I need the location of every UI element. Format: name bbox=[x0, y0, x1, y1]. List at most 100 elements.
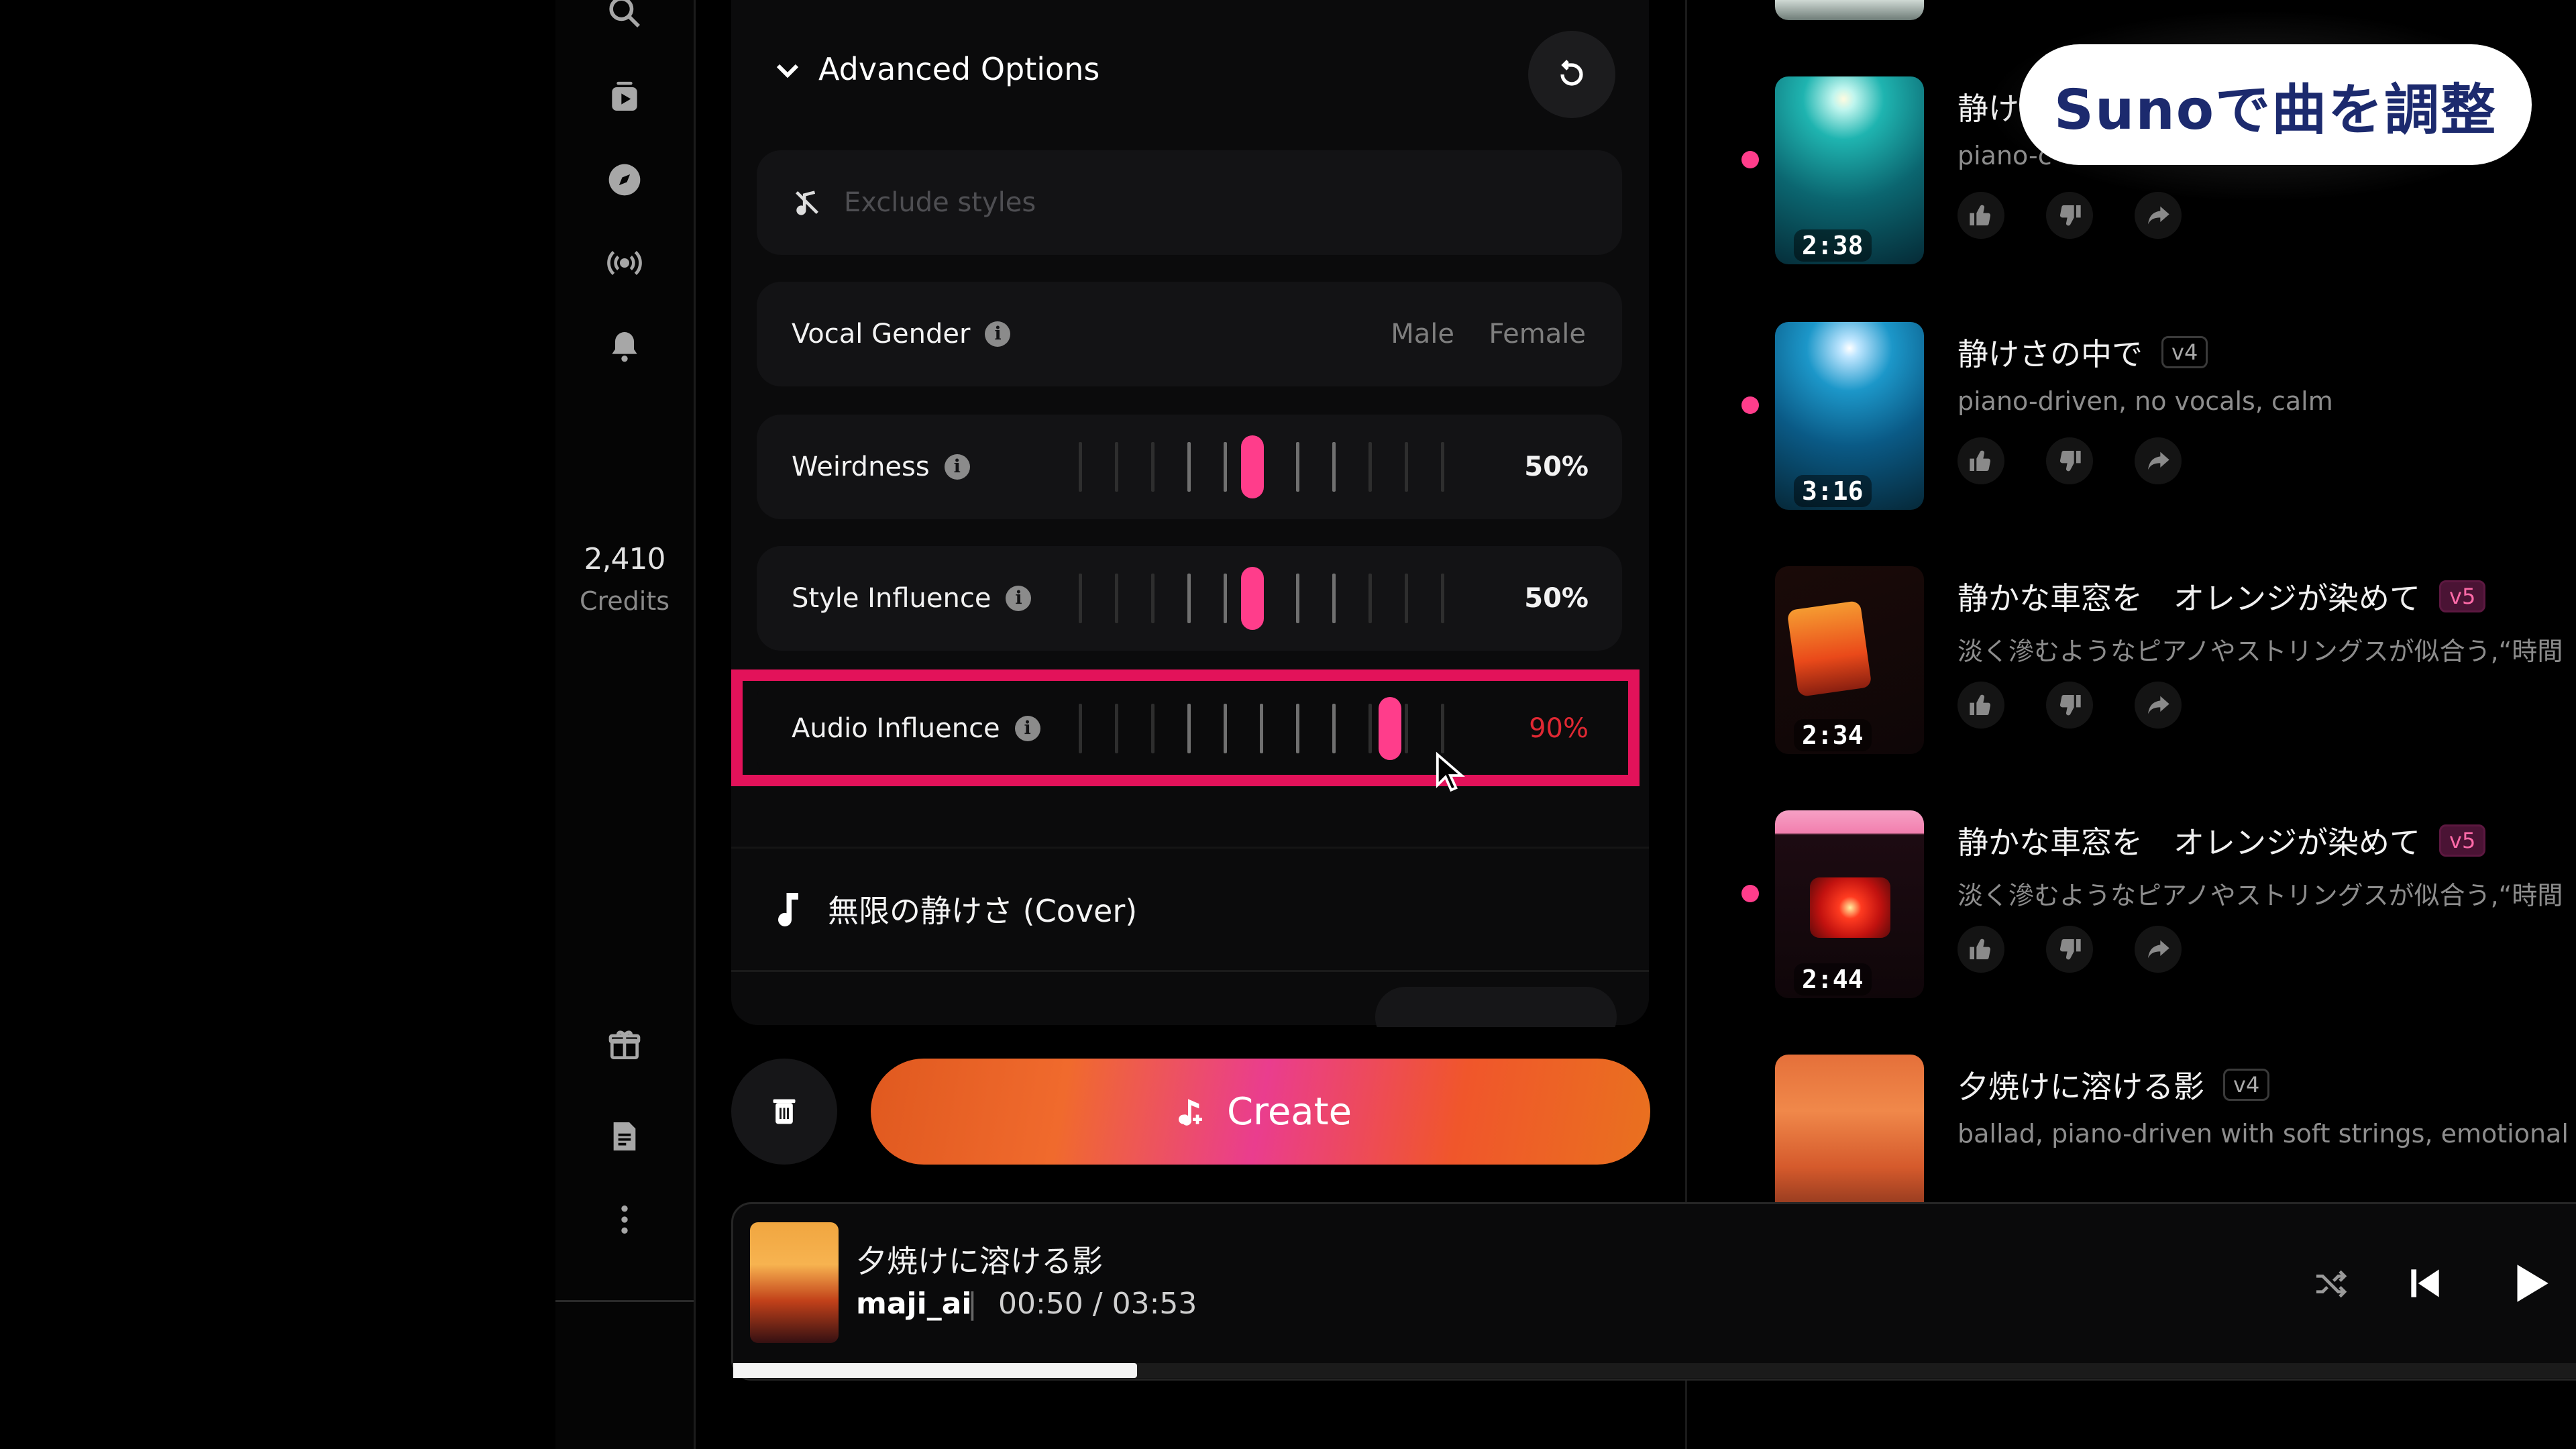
music-note-icon bbox=[771, 890, 805, 930]
explore-compass-icon[interactable] bbox=[606, 161, 643, 199]
vocal-gender-label: Vocal Gender i bbox=[792, 319, 1011, 350]
clear-button[interactable] bbox=[731, 1059, 837, 1165]
search-icon[interactable] bbox=[606, 0, 643, 31]
share-icon[interactable] bbox=[2135, 437, 2182, 484]
info-icon[interactable]: i bbox=[1006, 586, 1032, 611]
gender-female-option[interactable]: Female bbox=[1489, 319, 1586, 350]
reset-button[interactable] bbox=[1528, 31, 1615, 118]
previous-track-icon[interactable] bbox=[2404, 1263, 2446, 1304]
play-icon[interactable] bbox=[2505, 1258, 2555, 1308]
radio-broadcast-icon[interactable] bbox=[606, 244, 643, 282]
slider-tick bbox=[1405, 442, 1408, 492]
song-title[interactable]: 静かな車窓を オレンジが染めて v5 bbox=[1957, 574, 2486, 619]
version-badge: v4 bbox=[2223, 1069, 2270, 1101]
partial-pill bbox=[1375, 987, 1617, 1027]
song-thumbnail[interactable] bbox=[1775, 1055, 1924, 1203]
slider-tick bbox=[1332, 574, 1336, 623]
version-badge: v4 bbox=[2161, 336, 2208, 368]
style-influence-text: Style Influence bbox=[792, 583, 991, 614]
thumbs-up-icon[interactable] bbox=[1957, 437, 2004, 484]
create-music-icon bbox=[1178, 1099, 1202, 1126]
song-item[interactable]: 3:16 静けさの中で v4 piano-driven, no vocals, c… bbox=[1717, 303, 2576, 525]
thumbs-down-icon[interactable] bbox=[2046, 926, 2093, 973]
weirdness-text: Weirdness bbox=[792, 451, 930, 482]
song-item[interactable]: 夕焼けに溶ける影 v4 ballad, piano-driven with sof… bbox=[1717, 1036, 2576, 1203]
exclude-styles-field[interactable]: Exclude styles bbox=[757, 150, 1622, 255]
slider-tick bbox=[1115, 442, 1118, 492]
gender-male-option[interactable]: Male bbox=[1391, 319, 1454, 350]
song-title[interactable]: 静かな車窓を オレンジが染めて v5 bbox=[1957, 818, 2486, 863]
style-influence-slider[interactable] bbox=[1079, 567, 1444, 630]
reset-icon bbox=[1560, 60, 1583, 86]
info-icon[interactable]: i bbox=[985, 321, 1011, 347]
overlay-caption: Sunoで曲を調整 bbox=[2019, 44, 2532, 165]
slider-tick bbox=[1368, 442, 1372, 492]
song-item[interactable]: 2:34 静かな車窓を オレンジが染めて v5 淡く滲むようなピアノやストリングス… bbox=[1717, 547, 2576, 769]
song-duration: 2:38 bbox=[1794, 229, 1872, 262]
more-vertical-icon[interactable] bbox=[606, 1201, 643, 1238]
song-title-text: 夕焼けに溶ける影 bbox=[1957, 1069, 2204, 1105]
thumbs-up-icon[interactable] bbox=[1957, 192, 2004, 239]
cover-song-title: 無限の静けさ (Cover) bbox=[828, 893, 1138, 929]
share-icon[interactable] bbox=[2135, 926, 2182, 973]
song-title-text: 静かな車窓を オレンジが染めて bbox=[1957, 580, 2420, 616]
slider-tick bbox=[1115, 574, 1118, 623]
thumbs-up-icon[interactable] bbox=[1957, 926, 2004, 973]
new-indicator-dot bbox=[1741, 151, 1759, 168]
new-indicator-dot bbox=[1741, 885, 1759, 902]
player-song-title[interactable]: 夕焼けに溶ける影 bbox=[856, 1237, 1103, 1281]
thumbs-up-icon[interactable] bbox=[1957, 682, 2004, 729]
audio-influence-highlight-box bbox=[731, 669, 1640, 786]
song-title[interactable]: 静けさの中で v4 bbox=[1957, 330, 2208, 374]
song-thumbnail-partial[interactable] bbox=[1775, 0, 1924, 20]
vocal-gender-row: Vocal Gender i Male Female bbox=[757, 282, 1622, 386]
weirdness-slider[interactable] bbox=[1079, 435, 1444, 498]
create-button[interactable]: Create bbox=[871, 1059, 1650, 1165]
notification-bell-icon[interactable] bbox=[606, 327, 643, 365]
slider-tick bbox=[1441, 574, 1444, 623]
library-icon[interactable] bbox=[606, 78, 643, 115]
song-item[interactable]: 2:44 静かな車窓を オレンジが染めて v5 淡く滲むようなピアノやストリングス… bbox=[1717, 792, 2576, 1013]
player-time: 00:50 / 03:53 bbox=[998, 1287, 1197, 1321]
vocal-gender-text: Vocal Gender bbox=[792, 319, 971, 350]
version-badge: v5 bbox=[2439, 580, 2486, 612]
player-separator: | bbox=[967, 1287, 977, 1321]
info-icon[interactable]: i bbox=[944, 454, 970, 480]
shuffle-icon[interactable] bbox=[2312, 1265, 2349, 1303]
slider-knob[interactable] bbox=[1241, 435, 1264, 498]
chevron-down-icon[interactable] bbox=[771, 54, 804, 86]
song-title-text: 静かな車窓を オレンジが染めて bbox=[1957, 824, 2420, 861]
partial-options-row bbox=[731, 970, 1649, 1027]
share-icon[interactable] bbox=[2135, 682, 2182, 729]
style-influence-row: Style Influence i 50% bbox=[757, 546, 1622, 651]
document-icon[interactable] bbox=[606, 1118, 643, 1155]
advanced-options-title[interactable]: Advanced Options bbox=[818, 51, 1099, 87]
song-title[interactable]: 夕焼けに溶ける影 v4 bbox=[1957, 1063, 2270, 1107]
thumbs-down-icon[interactable] bbox=[2046, 682, 2093, 729]
credits-count: 2,410 bbox=[584, 542, 666, 576]
weirdness-row: Weirdness i 50% bbox=[757, 415, 1622, 519]
song-style: 淡く滲むようなピアノやストリングスが似合う,“時間 bbox=[1957, 637, 2563, 666]
song-duration: 2:34 bbox=[1794, 719, 1872, 751]
player-artist[interactable]: maji_ai bbox=[856, 1287, 971, 1321]
song-duration: 3:16 bbox=[1794, 475, 1872, 507]
thumbs-down-icon[interactable] bbox=[2046, 437, 2093, 484]
exclude-note-icon bbox=[792, 187, 822, 218]
weirdness-label: Weirdness i bbox=[792, 451, 970, 482]
song-style: 淡く滲むようなピアノやストリングスが似合う,“時間 bbox=[1957, 881, 2563, 910]
slider-knob[interactable] bbox=[1241, 567, 1264, 630]
song-style: piano-driven, no vocals, calm bbox=[1957, 386, 2333, 416]
new-indicator-dot bbox=[1741, 396, 1759, 414]
slider-tick bbox=[1079, 574, 1082, 623]
slider-tick bbox=[1441, 442, 1444, 492]
exclude-styles-placeholder: Exclude styles bbox=[844, 187, 1036, 218]
credits-label: Credits bbox=[579, 586, 670, 616]
gift-icon[interactable] bbox=[606, 1026, 643, 1064]
slider-tick bbox=[1405, 574, 1408, 623]
slider-tick bbox=[1296, 574, 1299, 623]
version-badge: v5 bbox=[2439, 824, 2486, 857]
style-influence-label: Style Influence i bbox=[792, 583, 1032, 614]
overlay-caption-text: Sunoで曲を調整 bbox=[2053, 78, 2498, 142]
mouse-cursor-icon bbox=[1434, 751, 1466, 792]
player-thumbnail[interactable] bbox=[750, 1222, 839, 1343]
